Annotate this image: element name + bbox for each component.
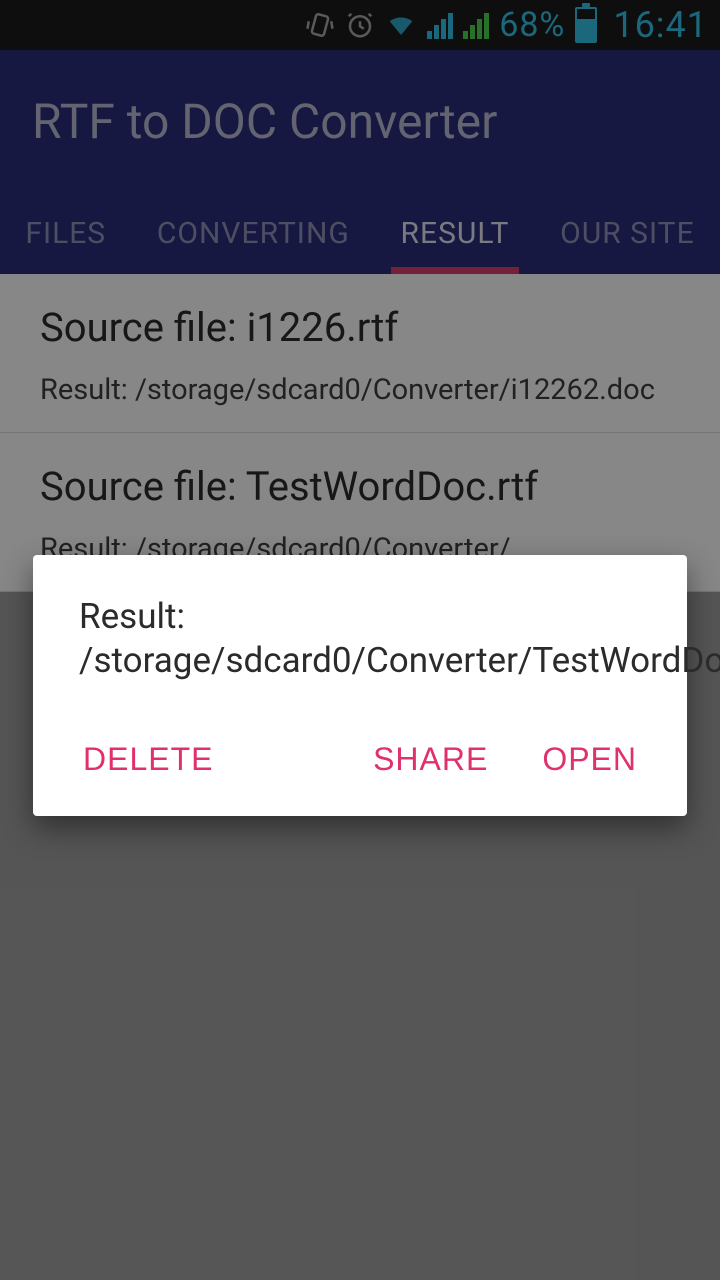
dialog-message: Result: /storage/sdcard0/Converter/TestW… <box>79 595 641 683</box>
delete-button[interactable]: DELETE <box>79 733 217 786</box>
result-dialog: Result: /storage/sdcard0/Converter/TestW… <box>33 555 687 816</box>
dialog-actions: DELETE SHARE OPEN <box>79 733 641 786</box>
open-button[interactable]: OPEN <box>538 733 641 786</box>
share-button[interactable]: SHARE <box>369 733 492 786</box>
